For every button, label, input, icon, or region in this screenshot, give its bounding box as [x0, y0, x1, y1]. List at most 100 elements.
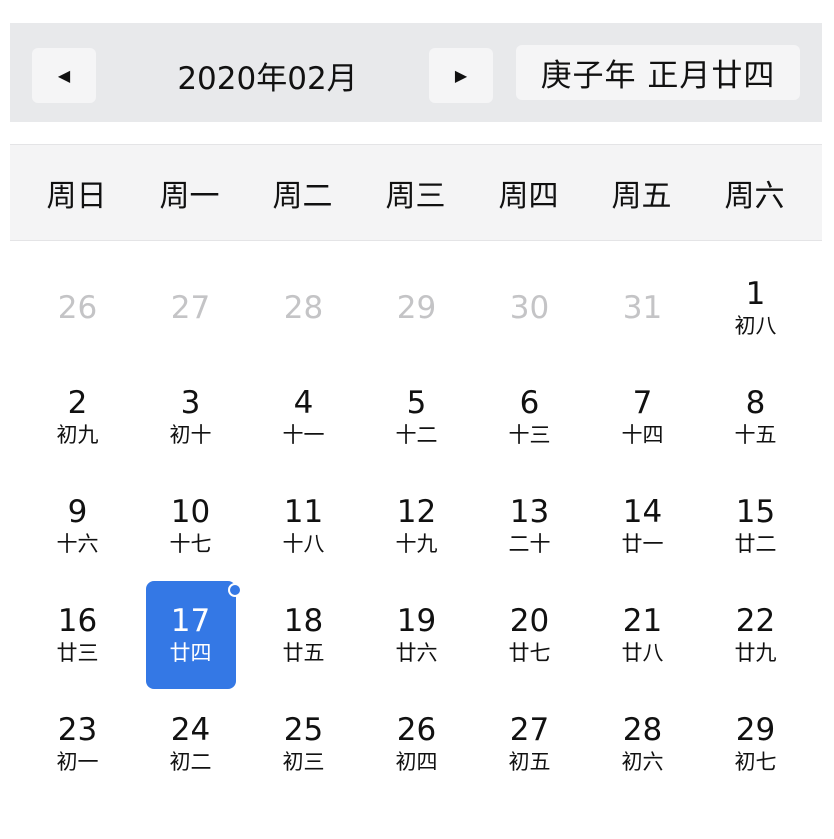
calendar-day[interactable]: 31 [586, 253, 699, 362]
lunar-day-label: 初一 [56, 749, 99, 774]
lunar-day-label: 初三 [282, 749, 325, 774]
calendar-day[interactable]: 29 初七 [699, 689, 812, 798]
day-number: 12 [396, 493, 437, 530]
day-cell-inner: 27 [146, 254, 236, 362]
day-number: 26 [396, 711, 437, 748]
day-cell-inner: 24 初二 [146, 690, 236, 798]
calendar-day[interactable]: 1 初八 [699, 253, 812, 362]
day-number: 7 [632, 384, 653, 421]
calendar-day[interactable]: 20 廿七 [473, 580, 586, 689]
calendar-day[interactable]: 26 初四 [360, 689, 473, 798]
lunar-day-label: 廿五 [282, 640, 325, 665]
weekday-label: 周六 [724, 178, 785, 214]
day-number: 3 [180, 384, 201, 421]
lunar-day-label: 廿四 [169, 640, 212, 665]
day-number: 5 [406, 384, 427, 421]
calendar-day[interactable]: 15 廿二 [699, 471, 812, 580]
lunar-day-label: 初七 [734, 749, 777, 774]
calendar-day[interactable]: 8 十五 [699, 362, 812, 471]
lunar-day-label: 初五 [508, 749, 551, 774]
calendar-day[interactable]: 24 初二 [134, 689, 247, 798]
day-cell-inner: 29 初七 [711, 690, 801, 798]
lunar-day-label: 十一 [282, 422, 325, 447]
day-number: 23 [57, 711, 98, 748]
lunar-day-label: 十六 [56, 531, 99, 556]
lunar-day-label: 廿八 [621, 640, 664, 665]
day-number: 9 [67, 493, 88, 530]
calendar-day[interactable]: 19 廿六 [360, 580, 473, 689]
lunar-day-label: 廿七 [508, 640, 551, 665]
calendar-day[interactable]: 7 十四 [586, 362, 699, 471]
day-number: 20 [509, 602, 550, 639]
day-cell-inner: 21 廿八 [598, 581, 688, 689]
day-number: 11 [283, 493, 324, 530]
calendar-day[interactable]: 28 初六 [586, 689, 699, 798]
calendar-day[interactable]: 10 十七 [134, 471, 247, 580]
day-cell-inner: 30 [485, 254, 575, 362]
lunar-day-label: 初八 [734, 313, 777, 338]
lunar-day-label: 廿三 [56, 640, 99, 665]
calendar-day[interactable]: 3 初十 [134, 362, 247, 471]
weekday-label: 周日 [46, 178, 107, 214]
calendar-day[interactable]: 6 十三 [473, 362, 586, 471]
lunar-day-label: 廿一 [621, 531, 664, 556]
calendar-day[interactable]: 13 二十 [473, 471, 586, 580]
day-cell-inner: 22 廿九 [711, 581, 801, 689]
day-number: 27 [509, 711, 550, 748]
day-number: 27 [170, 289, 211, 326]
caret-left-icon: ◀ [57, 66, 71, 85]
calendar-day[interactable]: 28 [247, 253, 360, 362]
calendar-day[interactable]: 27 初五 [473, 689, 586, 798]
day-number: 19 [396, 602, 437, 639]
weekday-label: 周三 [385, 178, 446, 214]
next-month-button[interactable]: ▶ [429, 48, 493, 103]
day-number: 28 [622, 711, 663, 748]
calendar-day[interactable]: 27 [134, 253, 247, 362]
weekday-label: 周一 [159, 178, 220, 214]
lunar-day-label: 十四 [621, 422, 664, 447]
day-cell-inner: 10 十七 [146, 472, 236, 580]
day-cell-inner: 31 [598, 254, 688, 362]
calendar-day-selected[interactable]: 17 廿四 [134, 580, 247, 689]
calendar-day[interactable]: 29 [360, 253, 473, 362]
calendar-day[interactable]: 21 廿八 [586, 580, 699, 689]
lunar-day-label: 十五 [734, 422, 777, 447]
day-number: 29 [735, 711, 776, 748]
day-cell-inner: 20 廿七 [485, 581, 575, 689]
calendar-day[interactable]: 4 十一 [247, 362, 360, 471]
weekday-label: 周四 [498, 178, 559, 214]
day-number: 13 [509, 493, 550, 530]
calendar-day[interactable]: 11 十八 [247, 471, 360, 580]
weekday-label: 周五 [611, 178, 672, 214]
calendar-header: ◀ 2020年02月 ▶ 庚子年 正月廿四 [10, 23, 822, 122]
calendar-day[interactable]: 25 初三 [247, 689, 360, 798]
calendar-day[interactable]: 16 廿三 [21, 580, 134, 689]
calendar-day[interactable]: 22 廿九 [699, 580, 812, 689]
day-number: 10 [170, 493, 211, 530]
day-number: 16 [57, 602, 98, 639]
calendar-day[interactable]: 30 [473, 253, 586, 362]
calendar-day[interactable]: 26 [21, 253, 134, 362]
calendar-day[interactable]: 14 廿一 [586, 471, 699, 580]
lunar-day-label: 十八 [282, 531, 325, 556]
lunar-day-label: 初九 [56, 422, 99, 447]
day-cell-inner: 5 十二 [372, 363, 462, 471]
calendar-day[interactable]: 5 十二 [360, 362, 473, 471]
day-number: 1 [745, 275, 766, 312]
day-number: 17 [170, 602, 211, 639]
day-number: 18 [283, 602, 324, 639]
calendar-day[interactable]: 2 初九 [21, 362, 134, 471]
day-cell-inner: 1 初八 [711, 254, 801, 362]
calendar-day[interactable]: 23 初一 [21, 689, 134, 798]
lunar-day-label: 十三 [508, 422, 551, 447]
lunar-day-label: 廿六 [395, 640, 438, 665]
day-cell-inner: 28 [259, 254, 349, 362]
day-number: 8 [745, 384, 766, 421]
calendar-day[interactable]: 12 十九 [360, 471, 473, 580]
day-cell-inner: 2 初九 [33, 363, 123, 471]
calendar-day[interactable]: 18 廿五 [247, 580, 360, 689]
day-number: 6 [519, 384, 540, 421]
weekday-label: 周二 [272, 178, 333, 214]
calendar-day[interactable]: 9 十六 [21, 471, 134, 580]
prev-month-button[interactable]: ◀ [32, 48, 96, 103]
